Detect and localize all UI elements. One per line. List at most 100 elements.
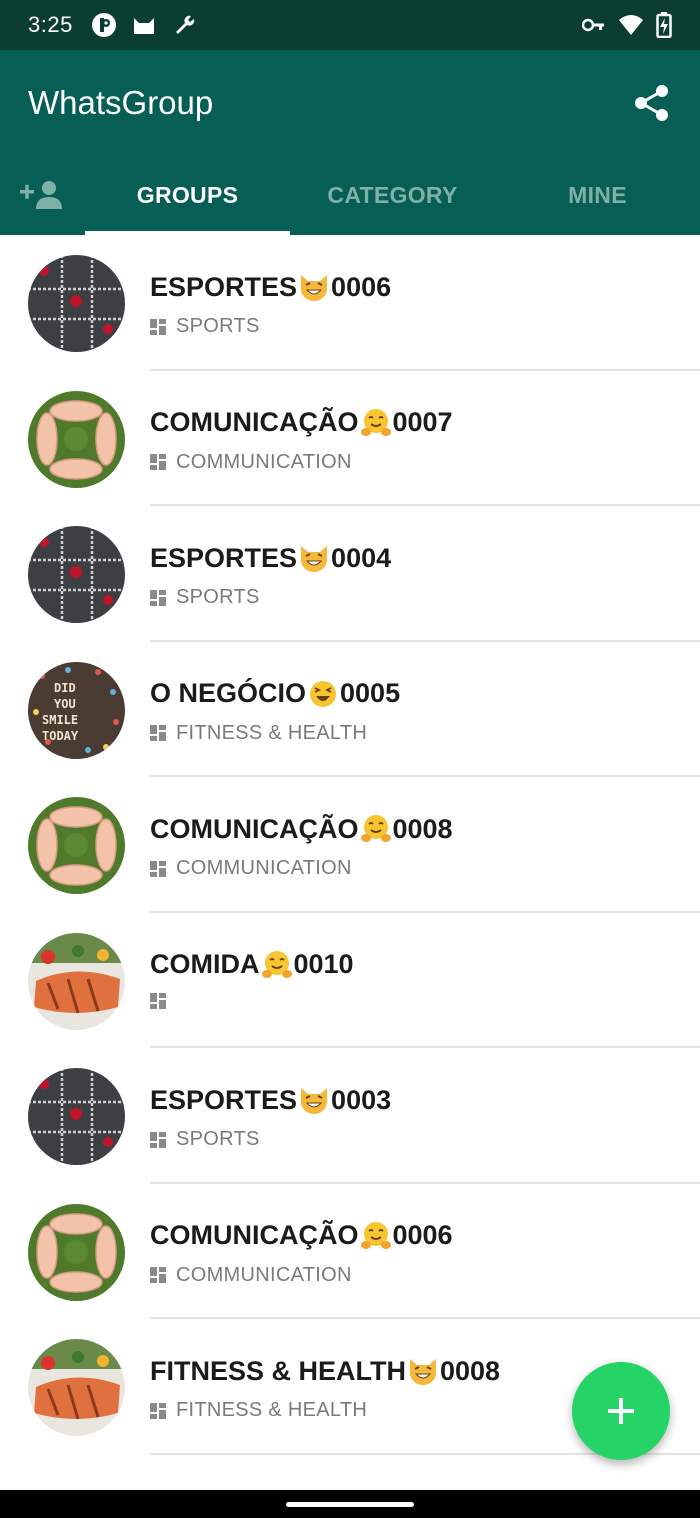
group-category: SPORTS [150, 1128, 391, 1151]
category-icon [150, 454, 166, 470]
share-button[interactable] [632, 83, 672, 123]
grinning-cat-icon [407, 1355, 439, 1387]
svg-text:SMILE: SMILE [42, 713, 78, 727]
status-system-icons [582, 12, 672, 38]
group-list-item[interactable]: COMUNICAÇÃO 0008 COMMUNICATION [0, 777, 700, 913]
cat-icon [131, 12, 157, 38]
group-name: COMUNICAÇÃO [150, 813, 359, 844]
group-text: COMIDA 0010 [150, 949, 354, 1009]
hugging-face-icon [261, 949, 293, 981]
group-name: FITNESS & HEALTH [150, 1355, 406, 1386]
group-category-label: COMMUNICATION [176, 450, 352, 473]
hugging-face-icon [360, 813, 392, 845]
app-title: WhatsGroup [28, 83, 214, 121]
group-text: COMUNICAÇÃO 0006 COMMUNICATION [150, 1220, 453, 1287]
group-number: 0010 [293, 949, 354, 979]
add-group-button[interactable] [572, 1362, 670, 1460]
group-text: ESPORTES 0006 SPORTS [150, 271, 391, 338]
group-number: 0006 [331, 271, 392, 302]
group-number: 0008 [392, 813, 453, 844]
group-number: 0007 [392, 407, 453, 437]
group-category: SPORTS [150, 586, 391, 609]
home-gesture-handle[interactable] [286, 1502, 414, 1507]
group-category: COMMUNICATION [150, 857, 453, 880]
category-icon [150, 725, 166, 741]
group-list-item[interactable]: DID YOU SMILE TODAY O NEGÓCIO 0005 FITNESS … [0, 642, 700, 777]
group-category-label: SPORTS [176, 315, 260, 337]
system-nav-bar [0, 1490, 700, 1518]
category-icon [150, 318, 166, 335]
group-text: ESPORTES 0004 SPORTS [150, 542, 391, 609]
group-name: COMUNICAÇÃO [150, 407, 359, 437]
group-avatar [28, 1339, 125, 1436]
group-number: 0008 [440, 1355, 501, 1386]
tab-mine[interactable]: MINE [495, 155, 700, 235]
group-title: COMUNICAÇÃO 0008 [150, 813, 453, 845]
svg-text:TODAY: TODAY [42, 729, 79, 743]
group-avatar [28, 1068, 125, 1165]
category-icon [150, 1402, 166, 1419]
status-notification-icons [91, 12, 197, 38]
group-title: COMUNICAÇÃO 0007 [150, 407, 453, 439]
status-bar: 3:25 [0, 0, 700, 50]
share-icon [635, 84, 668, 121]
group-list: ESPORTES 0006 SPORTS COMUNICAÇÃO 0007 CO… [0, 235, 700, 1490]
group-number: 0003 [331, 1084, 392, 1115]
group-text: O NEGÓCIO 0005 FITNESS & HEALTH [150, 678, 400, 745]
group-category: COMMUNICATION [150, 1264, 453, 1287]
group-title: ESPORTES 0004 [150, 542, 391, 574]
tab-add-contact[interactable] [0, 155, 85, 235]
pinterest-style-icon [91, 12, 117, 38]
group-category-label: COMMUNICATION [176, 1263, 352, 1286]
group-title: O NEGÓCIO 0005 [150, 678, 400, 710]
group-name: ESPORTES [150, 1084, 298, 1115]
group-avatar [28, 255, 125, 352]
category-icon [150, 1267, 166, 1283]
category-icon [150, 860, 166, 877]
group-number: 0005 [340, 678, 401, 708]
laughing-face-icon [307, 678, 339, 710]
group-category-label: SPORTS [176, 586, 260, 608]
tab-groups[interactable]: GROUPS [85, 155, 290, 235]
grinning-cat-icon [298, 1084, 330, 1116]
grinning-cat-icon [298, 271, 330, 303]
group-title: FITNESS & HEALTH 0008 [150, 1355, 500, 1387]
svg-text:DID: DID [54, 681, 76, 695]
group-list-item[interactable]: ESPORTES 0003 SPORTS [0, 1048, 700, 1184]
group-number: 0004 [331, 542, 392, 573]
group-text: COMUNICAÇÃO 0007 COMMUNICATION [150, 407, 453, 474]
group-avatar [28, 526, 125, 623]
plus-icon [608, 1398, 634, 1424]
add-person-icon [19, 181, 62, 209]
category-icon [150, 1131, 166, 1148]
group-avatar: DID YOU SMILE TODAY [28, 661, 125, 759]
group-list-item[interactable]: COMIDA 0010 [0, 913, 700, 1048]
group-title: ESPORTES 0006 [150, 271, 391, 303]
group-list-item[interactable]: COMUNICAÇÃO 0006 COMMUNICATION [0, 1184, 700, 1319]
group-category-label: FITNESS & HEALTH [176, 1399, 368, 1421]
group-text: FITNESS & HEALTH 0008 FITNESS & HEALTH [150, 1355, 500, 1422]
vpn-key-icon [582, 16, 606, 34]
tab-category[interactable]: CATEGORY [290, 155, 495, 235]
tab-bar: GROUPS CATEGORY MINE [0, 155, 700, 235]
group-category: FITNESS & HEALTH [150, 1399, 500, 1422]
group-list-item[interactable]: ESPORTES 0004 SPORTS [0, 506, 700, 642]
battery-charging-icon [656, 12, 672, 38]
group-title: ESPORTES 0003 [150, 1084, 391, 1116]
group-name: ESPORTES [150, 271, 298, 302]
group-category-label: COMMUNICATION [176, 857, 352, 879]
group-list-item[interactable]: COMUNICAÇÃO 0007 COMMUNICATION [0, 371, 700, 506]
group-avatar [28, 932, 125, 1030]
app-bar: WhatsGroup [0, 50, 700, 155]
group-category: FITNESS & HEALTH [150, 722, 400, 745]
svg-text:YOU: YOU [54, 697, 76, 711]
group-avatar [28, 1203, 125, 1301]
group-text: COMUNICAÇÃO 0008 COMMUNICATION [150, 813, 453, 880]
group-name: COMIDA [150, 949, 260, 979]
group-name: O NEGÓCIO [150, 678, 307, 708]
group-list-item[interactable]: ESPORTES 0006 SPORTS [0, 235, 700, 371]
wifi-icon [618, 14, 644, 36]
group-category-label: SPORTS [176, 1128, 260, 1150]
wrench-icon [171, 12, 197, 38]
group-text: ESPORTES 0003 SPORTS [150, 1084, 391, 1151]
